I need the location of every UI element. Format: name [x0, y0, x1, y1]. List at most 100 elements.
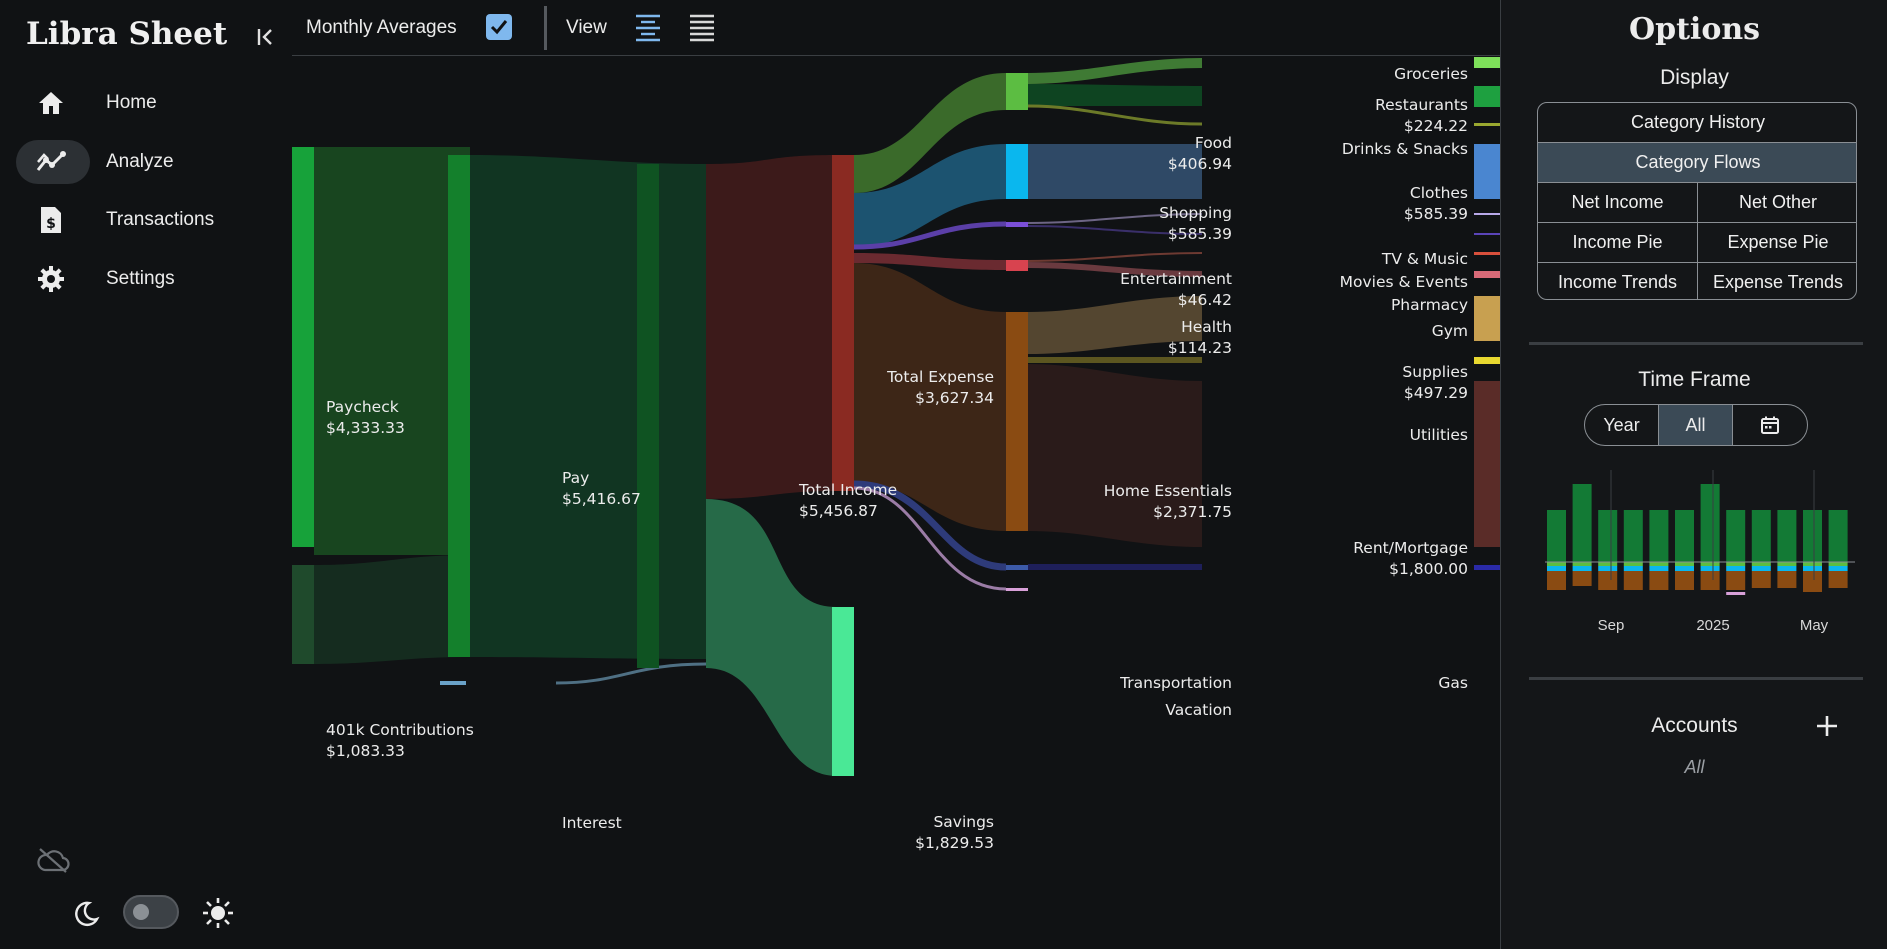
label-drinks-name: Drinks & Snacks [1342, 140, 1468, 158]
label-401k-value: $1,083.33 [326, 742, 405, 760]
timeframe-mini-chart[interactable]: Sep 2025 May [1545, 470, 1855, 640]
label-pharmacy-name: Pharmacy [1391, 296, 1468, 314]
node-vacation[interactable] [1006, 588, 1028, 591]
accounts-filter-value: All [1684, 757, 1705, 777]
link-health-pharmacy[interactable] [1027, 252, 1203, 262]
add-account-button[interactable] [1813, 712, 1841, 740]
node-gas[interactable] [1474, 565, 1500, 570]
sankey-chart: Paycheck $4,333.33 401k Contributions $1… [292, 57, 1500, 852]
node-tv[interactable] [1474, 213, 1500, 215]
monthly-averages-checkbox[interactable] [486, 14, 512, 40]
theme-toggle[interactable] [123, 895, 179, 929]
label-pay-name: Pay [562, 469, 589, 487]
sidebar-item-analyze[interactable]: Analyze [16, 140, 272, 184]
mini-bar-shopping [1726, 566, 1746, 571]
link-total-income-total-expense[interactable] [706, 155, 837, 499]
view-justified-button[interactable] [686, 12, 718, 42]
link-pay-total-income[interactable] [470, 155, 706, 659]
node-rent[interactable] [1474, 381, 1500, 547]
node-restaurants[interactable] [1474, 86, 1500, 107]
analyze-icon [16, 140, 86, 184]
node-pay[interactable] [448, 155, 470, 657]
income-trends-button[interactable]: Income Trends [1538, 263, 1698, 299]
label-transportation-name: Transportation [1119, 674, 1232, 692]
node-savings[interactable] [832, 607, 854, 776]
mini-bar-home [1828, 571, 1848, 588]
link-food-restaurants[interactable] [1028, 84, 1202, 106]
label-total-expense-value: $3,627.34 [915, 389, 994, 407]
node-transportation[interactable] [1006, 565, 1028, 570]
label-clothes-value: $585.39 [1404, 205, 1468, 223]
net-other-button[interactable]: Net Other [1698, 183, 1856, 223]
category-flows-button[interactable]: Category Flows [1538, 143, 1856, 183]
section-divider [1529, 342, 1863, 345]
label-pay-value: $5,416.67 [562, 490, 641, 508]
node-supplies[interactable] [1474, 296, 1500, 341]
node-pharmacy[interactable] [1474, 252, 1500, 255]
income-pie-button[interactable]: Income Pie [1538, 223, 1698, 263]
view-centered-button[interactable] [632, 12, 664, 42]
mini-bar-vacation [1726, 592, 1746, 595]
mini-bar-food [1623, 562, 1643, 566]
label-entertainment-name: Entertainment [1120, 270, 1232, 288]
node-shopping[interactable] [1006, 144, 1028, 199]
link-food-groceries[interactable] [1028, 58, 1202, 84]
node-interest[interactable] [440, 681, 466, 685]
mini-bar-shopping [1828, 566, 1848, 571]
node-utilities[interactable] [1474, 357, 1500, 364]
mini-bar-shopping [1572, 566, 1592, 571]
mini-bar-home [1803, 571, 1822, 592]
label-supplies-value: $497.29 [1404, 384, 1468, 402]
node-401k[interactable] [292, 565, 314, 664]
net-income-button[interactable]: Net Income [1538, 183, 1698, 223]
app-title: Libra Sheet [26, 16, 228, 52]
label-gas-name: Gas [1438, 674, 1468, 692]
mini-bar-home [1572, 571, 1592, 586]
node-paycheck[interactable] [292, 147, 314, 547]
timeframe-section-title: Time Frame [1638, 368, 1751, 391]
category-history-button[interactable]: Category History [1538, 103, 1856, 143]
node-health[interactable] [1006, 260, 1028, 271]
gear-icon [16, 257, 86, 301]
mini-bar-food [1649, 562, 1669, 566]
mini-bar-shopping [1803, 566, 1822, 571]
timeframe-year-button[interactable]: Year [1585, 405, 1659, 445]
expense-pie-button[interactable]: Expense Pie [1698, 223, 1856, 263]
link-home-utilities[interactable] [1028, 357, 1202, 363]
mini-bar-food [1700, 562, 1720, 566]
plus-icon [1817, 716, 1837, 736]
mini-chart-tick: 2025 [1696, 617, 1729, 634]
sidebar-item-transactions[interactable]: $ Transactions [16, 198, 272, 242]
svg-text:$: $ [46, 216, 56, 232]
node-drinks[interactable] [1474, 123, 1500, 126]
mini-bar-shopping [1751, 566, 1771, 571]
node-home[interactable] [1006, 312, 1028, 531]
node-groceries[interactable] [1474, 57, 1500, 68]
timeframe-custom-button[interactable] [1733, 405, 1806, 445]
sidebar-item-home[interactable]: Home [16, 81, 272, 125]
collapse-sidebar-button[interactable] [250, 22, 282, 52]
node-movies[interactable] [1474, 233, 1500, 235]
label-home-name: Home Essentials [1104, 482, 1232, 500]
link-interest-total-income[interactable] [555, 662, 707, 685]
node-food[interactable] [1006, 73, 1028, 110]
node-entertainment[interactable] [1006, 222, 1028, 227]
node-gym[interactable] [1474, 271, 1500, 278]
link-401k-pay[interactable] [314, 555, 470, 664]
mini-bar-home [1777, 571, 1797, 588]
node-total-income[interactable] [637, 164, 659, 668]
link-total-income-savings[interactable] [706, 499, 837, 776]
cloud-off-icon[interactable] [36, 846, 70, 874]
expense-trends-button[interactable]: Expense Trends [1698, 263, 1856, 299]
timeframe-all-button[interactable]: All [1659, 405, 1733, 445]
link-food-drinks[interactable] [1027, 104, 1203, 126]
node-total-expense[interactable] [832, 155, 854, 491]
node-clothes[interactable] [1474, 144, 1500, 199]
timeframe-selector: Year All [1584, 404, 1808, 446]
toolbar-divider [544, 6, 547, 50]
label-savings-name: Savings [933, 813, 994, 831]
mini-bar-home [1726, 571, 1746, 590]
sidebar-item-settings[interactable]: Settings [16, 257, 272, 301]
link-paycheck-pay[interactable] [314, 147, 470, 555]
mini-bar-food [1751, 562, 1771, 566]
